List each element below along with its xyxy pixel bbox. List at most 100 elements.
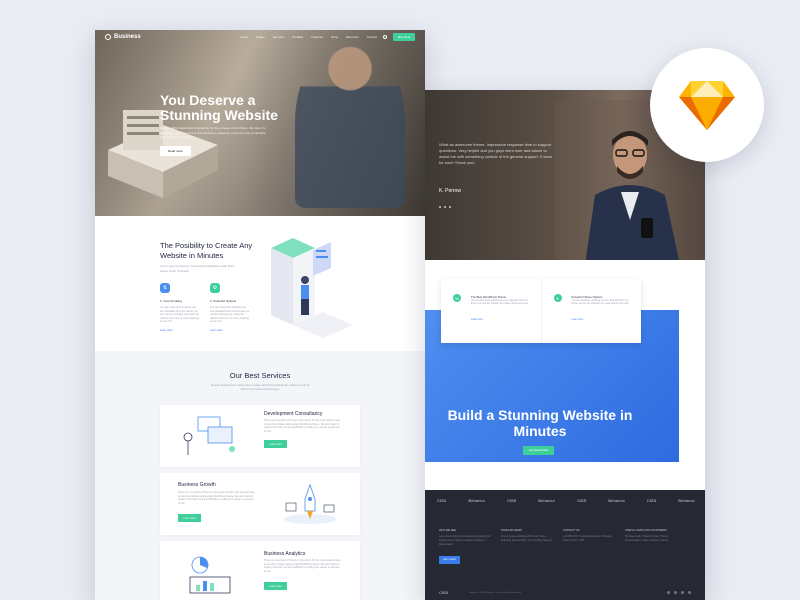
feature-item: ⚙ 2. Powerful Options You can customize … [210,283,250,332]
pagination-dot[interactable] [449,206,451,208]
feature-item-text: You can customize anything you see, Beau… [210,306,250,324]
brand-logo: Behance [608,498,625,503]
menu-item-elements[interactable]: Elements [346,35,359,39]
brand-logo: CISS [506,498,517,503]
pagination-dot[interactable] [439,206,441,208]
sketch-app-badge [650,48,764,162]
cta-card-text: You can customize anything you see, Beau… [571,300,630,306]
service-card: Business Analytics There is a new kind o… [160,541,360,600]
cta-feature-card: W The Best WordPress Theme You can custo… [441,279,541,343]
services-title: Our Best Services [229,371,291,380]
cta-section: W The Best WordPress Theme You can custo… [425,260,705,492]
testimonial-author: K. Perrow [439,188,461,194]
feature-title: The Posibility to Create Any Website in … [160,241,253,260]
feature-learn-more-link[interactable]: Learn more [210,329,250,332]
isometric-office-illustration [271,238,353,338]
feature-learn-more-link[interactable]: Learn more [160,329,200,332]
brand-logo: Behance [538,498,555,503]
footer-column-title: CONTACT US [563,529,580,532]
service-card-title: Business Analytics [264,551,306,557]
consultancy-illustration [183,416,235,455]
cta-title: Build a Stunning Website in Minutes [447,407,633,439]
footer-contact-button[interactable]: Get in touch [439,555,460,564]
hero-read-more-button[interactable]: Read more [160,146,191,156]
instagram-icon[interactable] [681,591,684,594]
menu-item-services[interactable]: Services [273,35,285,39]
footer-column: CONTACT US +41 0550 2315 / hello@example… [563,529,615,565]
cta-feature-card: ✦ Powerful Theme Options You can customi… [540,279,642,343]
options-icon: ⚙ [210,283,220,293]
cta-get-started-button[interactable]: Get Started Now [523,446,555,455]
brand-logo: Behance [678,498,695,503]
architect-person-photo [295,38,405,208]
facebook-icon[interactable] [667,591,670,594]
feature-section: The Posibility to Create Any Website in … [95,216,425,350]
services-section: Our Best Services Creative website theme… [95,351,425,600]
service-card-text: There is a new kind of Theme in the worl… [178,491,255,505]
twitter-icon[interactable] [674,591,677,594]
menu-item-features[interactable]: Features [311,35,323,39]
feature-subtitle: Lorem ipsum rhoncus, Consectetur Molesti… [160,264,235,273]
footer-column-text: Lorem ipsum dolor sit at consectetur adi… [439,536,491,546]
hero-title: You Deserve a Stunning Website [160,92,278,123]
footer-column-title: WHO WE ARE [439,529,457,532]
analytics-illustration [189,556,231,594]
logo-icon [105,34,111,40]
service-card-text: There is a new kind of Theme in the worl… [264,419,341,433]
footer-useful-links[interactable]: Purchase Guide / Support Center / Theme … [625,535,677,543]
menu-item-pages[interactable]: Pages [256,35,265,39]
service-card-button[interactable]: Learn more [178,514,201,522]
footer-column-title: POPULAR NEWS [501,529,522,532]
footer-contact-info: +41 0550 2315 / hello@example.com / Mond… [563,536,613,542]
main-menu: Home Pages Services Portfolio Features S… [240,35,377,39]
service-card-button[interactable]: Learn more [264,440,287,448]
logo-text: Business [114,34,141,40]
brand-logo: CISS [576,498,587,503]
service-card-text: There is a new kind of Theme in the worl… [264,559,341,573]
feature-item: ⇅ 1. Cool Scrolling You can used most an… [160,283,200,332]
footer-columns: WHO WE ARE Lorem ipsum dolor sit at cons… [425,503,705,565]
landing-mockup: What an awesome theme. Impressive respon… [425,90,705,600]
menu-item-contact[interactable]: Contact [367,35,377,39]
service-card: Business Growth There is a new kind of T… [160,473,360,535]
copyright-text: Copyright © 2018 Business Theme. All rig… [468,591,522,594]
cta-feature-cards: W The Best WordPress Theme You can custo… [441,279,641,343]
brand-logo: CISS [646,498,657,503]
cta-card-link[interactable]: Learn more [471,319,483,321]
linkedin-icon[interactable] [688,591,691,594]
options-icon: ✦ [553,294,562,302]
service-card-button[interactable]: Learn more [264,582,287,590]
buy-now-button[interactable]: Buy Now [392,33,415,41]
feature-item-title: 2. Powerful Options [210,299,237,303]
cta-card-title: Powerful Theme Options [571,295,603,299]
footer-news-links[interactable]: How to Create a Website With Unite Theme… [501,535,553,543]
wordpress-icon: W [453,294,461,302]
site-logo[interactable]: Business [105,34,141,40]
feature-item-title: 1. Cool Scrolling [160,299,182,303]
search-icon[interactable] [382,35,387,39]
testimonial-pagination[interactable] [439,206,451,208]
brand-logos-row: CISS Behance CISS Behance CISS Behance C… [425,490,705,503]
sketch-diamond-icon [679,81,735,130]
footer-column: USEFUL LINKS FOR CUSTOMERS Purchase Guid… [625,529,677,565]
pagination-dot[interactable] [444,206,446,208]
site-footer: CISS Behance CISS Behance CISS Behance C… [425,490,705,600]
brand-logo: CISS [437,498,447,503]
menu-item-portfolio[interactable]: Portfolio [292,35,303,39]
menu-item-shop[interactable]: Shop [331,35,338,39]
footer-logo[interactable]: CISS [439,590,448,595]
top-nav: Business Home Pages Services Portfolio F… [95,30,425,44]
cta-card-text: You can customize anything you see, Beau… [471,300,529,306]
cta-card-link[interactable]: Learn more [572,319,584,321]
feature-item-text: You can used most anything you see. Beau… [160,306,200,324]
footer-column-title: USEFUL LINKS FOR CUSTOMERS [625,529,667,532]
service-card-title: Development Consultancy [264,411,323,417]
footer-column: POPULAR NEWS How to Create a Website Wit… [501,529,553,565]
footer-bottom-bar: CISS Copyright © 2018 Business Theme. Al… [439,590,691,595]
scroll-icon: ⇅ [160,283,170,293]
rocket-growth-illustration [284,483,336,524]
menu-item-home[interactable]: Home [240,35,248,39]
testimonial-quote: What an awesome theme. Impressive respon… [439,142,552,165]
hero-subtitle: Here is 100% responsive & attractive for… [160,126,267,139]
brand-logo: Behance [468,498,485,503]
